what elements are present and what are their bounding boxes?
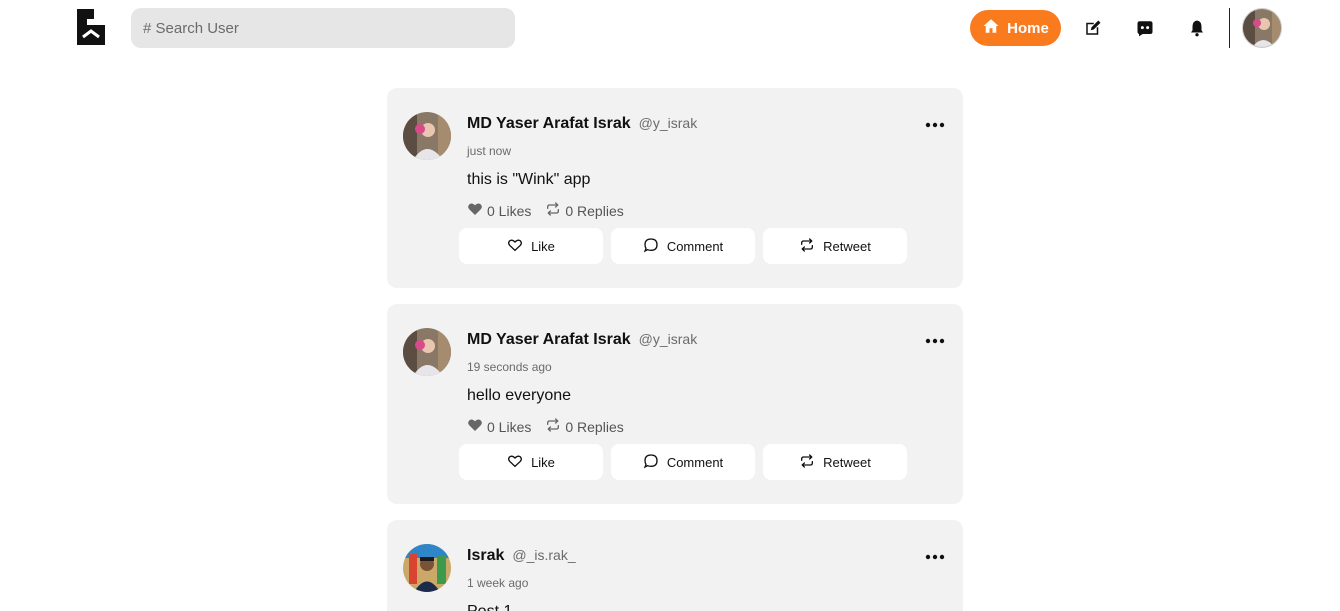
author-handle[interactable]: @y_israk	[639, 331, 698, 347]
author-handle[interactable]: @y_israk	[639, 115, 698, 131]
retweet-icon	[799, 237, 815, 256]
post-card: MD Yaser Arafat Israk @y_israk 19 second…	[387, 304, 963, 504]
replies-stat: 0 Replies	[545, 417, 624, 436]
home-label: Home	[1007, 19, 1049, 37]
like-label: Like	[531, 238, 555, 254]
heart-outline-icon	[507, 237, 523, 256]
comment-label: Comment	[666, 238, 724, 254]
retweet-icon	[799, 453, 815, 472]
author-name[interactable]: MD Yaser Arafat Israk	[467, 331, 631, 349]
home-button[interactable]: Home	[970, 10, 1061, 46]
heart-icon	[467, 417, 483, 436]
home-icon	[982, 17, 1000, 39]
author-handle[interactable]: @_is.rak_	[512, 547, 575, 563]
more-options-icon[interactable]	[925, 550, 945, 562]
author-name[interactable]: Israk	[467, 547, 504, 565]
likes-count: 0 Likes	[487, 202, 532, 219]
post-time: 1 week ago	[467, 576, 529, 590]
like-button[interactable]: Like	[459, 228, 603, 264]
name-row: Israk @_is.rak_	[467, 547, 576, 565]
replies-count: 0 Replies	[565, 418, 624, 435]
nav-divider	[1229, 8, 1230, 48]
replies-count: 0 Replies	[565, 202, 624, 219]
avatar[interactable]	[403, 544, 451, 592]
post-content: hello everyone	[467, 387, 572, 404]
avatar[interactable]	[403, 328, 451, 376]
comment-icon	[643, 453, 659, 472]
author-name[interactable]: MD Yaser Arafat Israk	[467, 115, 631, 133]
post-actions: Like Comment Retweet	[459, 228, 907, 264]
name-row: MD Yaser Arafat Israk @y_israk	[467, 115, 697, 133]
more-options-icon[interactable]	[925, 334, 945, 346]
retweet-button[interactable]: Retweet	[763, 228, 907, 264]
chat-icon[interactable]	[1135, 18, 1155, 38]
post-time: just now	[467, 144, 512, 158]
compose-icon[interactable]	[1083, 18, 1103, 38]
top-navbar: Home	[0, 0, 1340, 56]
post-stats: 0 Likes 0 Replies	[467, 417, 624, 436]
like-button[interactable]: Like	[459, 444, 603, 480]
profile-avatar[interactable]	[1242, 8, 1282, 48]
post-card: MD Yaser Arafat Israk @y_israk just now …	[387, 88, 963, 288]
like-label: Like	[531, 454, 555, 470]
likes-stat: 0 Likes	[467, 417, 531, 436]
more-options-icon[interactable]	[925, 118, 945, 130]
heart-icon	[467, 201, 483, 220]
retweet-label: Retweet	[823, 238, 871, 254]
post-content: Post 1	[467, 603, 512, 611]
likes-count: 0 Likes	[487, 418, 532, 435]
bell-icon[interactable]	[1187, 18, 1207, 38]
replies-stat: 0 Replies	[545, 201, 624, 220]
post-content: this is "Wink" app	[467, 171, 591, 188]
comment-icon	[643, 237, 659, 256]
wink-logo[interactable]	[74, 7, 108, 47]
heart-outline-icon	[507, 453, 523, 472]
name-row: MD Yaser Arafat Israk @y_israk	[467, 331, 697, 349]
retweet-button[interactable]: Retweet	[763, 444, 907, 480]
avatar[interactable]	[403, 112, 451, 160]
comment-button[interactable]: Comment	[611, 228, 755, 264]
retweet-label: Retweet	[823, 454, 871, 470]
post-actions: Like Comment Retweet	[459, 444, 907, 480]
repeat-icon	[545, 201, 561, 220]
comment-label: Comment	[666, 454, 724, 470]
post-time: 19 seconds ago	[467, 360, 552, 374]
post-stats: 0 Likes 0 Replies	[467, 201, 624, 220]
repeat-icon	[545, 417, 561, 436]
post-card: Israk @_is.rak_ 1 week ago Post 1	[387, 520, 963, 611]
likes-stat: 0 Likes	[467, 201, 531, 220]
comment-button[interactable]: Comment	[611, 444, 755, 480]
search-input[interactable]	[131, 8, 515, 48]
